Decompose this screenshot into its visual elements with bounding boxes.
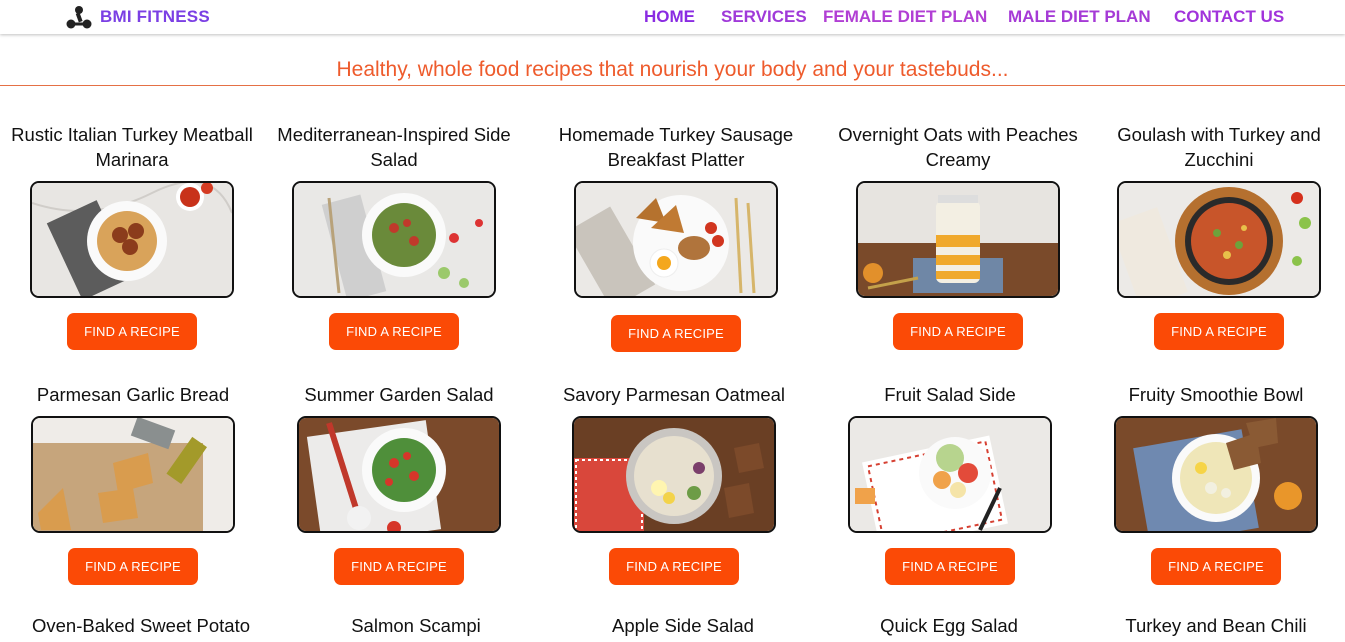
recipe-card: Savory Parmesan Oatmeal FIND A RECIPE	[544, 382, 804, 585]
goulash-image	[1117, 181, 1321, 298]
recipe-card: Homemade Turkey Sausage Breakfast Platte…	[546, 122, 806, 352]
overnight-oats-image	[856, 181, 1060, 298]
recipe-title: Apple Side Salad	[612, 615, 754, 636]
find-recipe-button[interactable]: FIND A RECIPE	[329, 313, 459, 350]
find-recipe-button[interactable]: FIND A RECIPE	[68, 548, 198, 585]
recipe-card: Fruit Salad Side FIND A RECIPE	[820, 382, 1080, 585]
recipe-title: Mediterranean-Inspired Side Salad	[277, 124, 511, 170]
recipe-title: Rustic Italian Turkey Meatball Marinara	[11, 124, 253, 170]
recipe-card: Parmesan Garlic Bread FIND A RECIPE	[3, 382, 263, 585]
recipe-title: Savory Parmesan Oatmeal	[562, 384, 786, 405]
recipe-title: Homemade Turkey Sausage Breakfast Platte…	[558, 124, 794, 170]
recipe-title: Oven-Baked Sweet Potato	[31, 615, 251, 636]
find-recipe-button[interactable]: FIND A RECIPE	[1154, 313, 1284, 350]
recipe-title: Turkey and Bean Chili	[1125, 615, 1307, 636]
recipe-card: Goulash with Turkey and Zucchini FIND A …	[1089, 122, 1345, 350]
brand-name[interactable]: BMI FITNESS	[100, 7, 210, 27]
find-recipe-button[interactable]: FIND A RECIPE	[893, 313, 1023, 350]
divider	[0, 85, 1345, 86]
find-recipe-button[interactable]: FIND A RECIPE	[67, 313, 197, 350]
recipe-card: Fruity Smoothie Bowl FIND A RECIPE	[1086, 382, 1345, 585]
nav-contact-us[interactable]: CONTACT US	[1174, 7, 1284, 27]
savory-oatmeal-image	[572, 416, 776, 533]
nav-services[interactable]: SERVICES	[721, 7, 807, 27]
recipe-card: Mediterranean-Inspired Side Salad FIND A…	[264, 122, 524, 350]
find-recipe-button[interactable]: FIND A RECIPE	[1151, 548, 1281, 585]
recipe-title: Salmon Scampi	[351, 615, 481, 636]
recipe-title: Summer Garden Salad	[304, 384, 494, 405]
fruit-salad-image	[848, 416, 1052, 533]
navbar: BMI FITNESS HOME SERVICES FEMALE DIET PL…	[0, 0, 1345, 34]
recipe-title: Goulash with Turkey and Zucchini	[1117, 124, 1321, 170]
side-salad-image	[292, 181, 496, 298]
smoothie-bowl-image	[1114, 416, 1318, 533]
recipe-title: Overnight Oats with Peaches Creamy	[838, 124, 1078, 170]
recipe-card: Overnight Oats with Peaches Creamy FIND …	[828, 122, 1088, 350]
recipe-title: Fruity Smoothie Bowl	[1128, 384, 1304, 405]
recipe-title: Parmesan Garlic Bread	[36, 384, 230, 405]
breakfast-platter-image	[574, 181, 778, 298]
nav-male-diet-plan[interactable]: MALE DIET PLAN	[1008, 7, 1151, 27]
garden-salad-image	[297, 416, 501, 533]
find-recipe-button[interactable]: FIND A RECIPE	[609, 548, 739, 585]
nav-female-diet-plan[interactable]: FEMALE DIET PLAN	[823, 7, 987, 27]
recipe-card: Summer Garden Salad FIND A RECIPE	[269, 382, 529, 585]
pasta-meatballs-image	[30, 181, 234, 298]
nav-home[interactable]: HOME	[644, 7, 695, 27]
find-recipe-button[interactable]: FIND A RECIPE	[885, 548, 1015, 585]
garlic-bread-image	[31, 416, 235, 533]
dumbbell-logo-icon[interactable]	[66, 4, 92, 30]
recipe-title: Quick Egg Salad	[880, 615, 1018, 636]
recipe-card: Rustic Italian Turkey Meatball Marinara …	[2, 122, 262, 350]
find-recipe-button[interactable]: FIND A RECIPE	[611, 315, 741, 352]
page-tagline: Healthy, whole food recipes that nourish…	[336, 58, 1009, 81]
recipe-title: Fruit Salad Side	[884, 384, 1016, 405]
find-recipe-button[interactable]: FIND A RECIPE	[334, 548, 464, 585]
